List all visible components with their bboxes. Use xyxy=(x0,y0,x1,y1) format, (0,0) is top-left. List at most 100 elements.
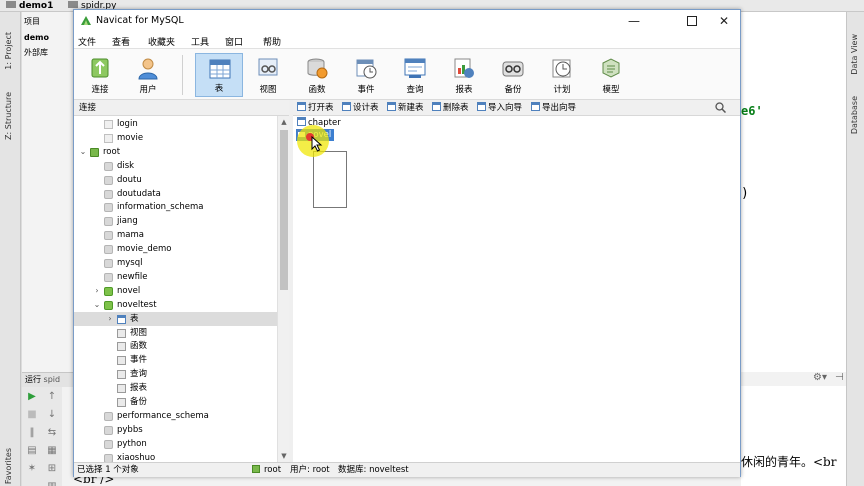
tree-item[interactable]: 报表 xyxy=(74,381,277,395)
open-table-button[interactable]: 打开表 xyxy=(297,102,334,114)
ide-editor[interactable]: e6' ) xyxy=(741,12,846,372)
menu-view[interactable]: 查看 xyxy=(112,35,130,48)
toolbar-view-button[interactable]: 视图 xyxy=(244,53,292,97)
project-item-demo[interactable]: demo xyxy=(24,33,49,42)
tree-item[interactable]: 视图 xyxy=(74,326,277,340)
menu-favorites[interactable]: 收藏夹 xyxy=(148,35,175,48)
database-icon xyxy=(104,175,113,185)
settings-icon[interactable]: ✶ xyxy=(26,463,38,475)
hide-icon[interactable]: ⊣ xyxy=(835,372,844,383)
main-toolbar: 连接 用户 表 视图 函数 事件 查询 报表 备份 计划 模型 xyxy=(74,48,740,100)
tree-item[interactable]: › 表 xyxy=(74,311,277,326)
tree-item[interactable]: 查询 xyxy=(74,367,277,381)
up-icon[interactable]: ↑ xyxy=(46,391,58,403)
title-bar[interactable]: Navicat for MySQL — ✕ xyxy=(74,10,740,32)
menu-tools[interactable]: 工具 xyxy=(191,35,209,48)
collapse-arrow-icon[interactable]: › xyxy=(93,284,101,298)
run-output: 休闲的青年。<br <br /> xyxy=(73,386,846,486)
scrollbar-thumb[interactable] xyxy=(280,130,288,290)
tree-item[interactable]: movie_demo xyxy=(74,242,277,256)
tree-item[interactable]: 函数 xyxy=(74,339,277,353)
tree-item-label: information_schema xyxy=(117,202,204,213)
down-icon[interactable]: ↓ xyxy=(46,409,58,421)
tree-item[interactable]: 备份 xyxy=(74,395,277,409)
tree-item[interactable]: doutu xyxy=(74,173,277,187)
mouse-pointer-icon xyxy=(311,136,323,152)
tree-item[interactable]: newfile xyxy=(74,270,277,284)
toolbar-schedule-button[interactable]: 计划 xyxy=(538,53,586,97)
tree-item[interactable]: mama xyxy=(74,228,277,242)
tree-item[interactable]: doutudata xyxy=(74,187,277,201)
open-database-icon xyxy=(104,286,113,296)
toolbar-function-button[interactable]: 函数 xyxy=(293,53,341,97)
close-button[interactable]: ✕ xyxy=(709,12,739,30)
design-table-button[interactable]: 设计表 xyxy=(342,102,379,114)
toolbar-query-button[interactable]: 查询 xyxy=(391,53,439,97)
navicat-window: Navicat for MySQL — ✕ 文件 查看 收藏夹 工具 窗口 帮助… xyxy=(73,9,741,477)
tree-item[interactable]: mysql xyxy=(74,256,277,270)
pin-icon[interactable]: ⊞ xyxy=(46,463,58,475)
maximize-button[interactable] xyxy=(677,12,707,30)
tree-item[interactable]: information_schema xyxy=(74,200,277,214)
print-icon[interactable]: ▦ xyxy=(46,445,58,457)
tree-scrollbar[interactable]: ▲ ▼ xyxy=(277,116,289,462)
export-wizard-icon xyxy=(531,102,540,111)
tree-item[interactable]: python xyxy=(74,437,277,451)
layout-icon[interactable]: ▤ xyxy=(26,445,38,457)
data-view-tool-tab[interactable]: Data View xyxy=(850,34,859,75)
delete-table-button[interactable]: 删除表 xyxy=(432,102,469,114)
ide-left-tool-strip: 1: Project Z: Structure Favorites xyxy=(0,12,21,486)
connection-file-icon xyxy=(104,120,113,129)
structure-tool-tab[interactable]: Z: Structure xyxy=(4,92,13,140)
tree-item[interactable]: performance_schema xyxy=(74,409,277,423)
search-icon[interactable] xyxy=(715,102,726,113)
rerun-icon[interactable]: ▶ xyxy=(26,391,38,403)
gear-icon[interactable]: ⚙▾ xyxy=(813,372,827,383)
database-tool-tab[interactable]: Database xyxy=(850,96,859,134)
code-fragment-paren: ) xyxy=(741,186,749,201)
pause-icon[interactable]: ‖ xyxy=(26,427,38,439)
tree-item[interactable]: disk xyxy=(74,159,277,173)
tree-item-label: mama xyxy=(117,230,144,241)
menu-file[interactable]: 文件 xyxy=(78,35,96,48)
collapse-arrow-icon[interactable]: › xyxy=(106,312,114,326)
tree-item[interactable]: pybbs xyxy=(74,423,277,437)
tree-item[interactable]: ⌄ noveltest xyxy=(74,298,277,312)
user-icon xyxy=(138,58,158,80)
toolbar-connection-button[interactable]: 连接 xyxy=(76,53,124,97)
stop-icon[interactable]: ■ xyxy=(26,409,38,421)
tree-item[interactable]: xiaoshuo xyxy=(74,451,277,462)
expand-arrow-icon[interactable]: ⌄ xyxy=(93,298,101,312)
tree-item[interactable]: › novel xyxy=(74,284,277,298)
design-table-icon xyxy=(342,102,351,111)
tree-item-label: 报表 xyxy=(130,383,148,394)
delete-table-icon xyxy=(432,102,441,111)
minimize-button[interactable]: — xyxy=(619,12,649,30)
toolbar-backup-button[interactable]: 备份 xyxy=(489,53,537,97)
import-wizard-button[interactable]: 导入向导 xyxy=(477,102,522,114)
wrap-icon[interactable]: ⇆ xyxy=(46,427,58,439)
toolbar-table-button[interactable]: 表 xyxy=(195,53,243,97)
menu-window[interactable]: 窗口 xyxy=(225,35,243,48)
toolbar-user-button[interactable]: 用户 xyxy=(124,53,172,97)
project-tool-tab[interactable]: 1: Project xyxy=(4,32,13,70)
ide-tab-demo1[interactable]: demo1 xyxy=(2,0,57,12)
new-table-button[interactable]: 新建表 xyxy=(387,102,424,114)
tree-item[interactable]: 事件 xyxy=(74,353,277,367)
favorites-tool-tab[interactable]: Favorites xyxy=(4,448,13,484)
expand-arrow-icon[interactable]: ⌄ xyxy=(79,145,87,159)
database-icon xyxy=(104,189,113,199)
tree-item[interactable]: login xyxy=(74,117,277,131)
toolbar-model-button[interactable]: 模型 xyxy=(587,53,635,97)
tree-item[interactable]: ⌄ root xyxy=(74,145,277,159)
object-pane: 打开表 设计表 新建表 删除表 导入向导 导出向导 chapter novel xyxy=(293,100,740,462)
project-item-external-libs[interactable]: 外部库 xyxy=(24,47,48,58)
export-wizard-button[interactable]: 导出向导 xyxy=(531,102,576,114)
server-icon xyxy=(252,465,260,473)
menu-help[interactable]: 帮助 xyxy=(263,35,281,48)
tree-item[interactable]: jiang xyxy=(74,214,277,228)
toolbar-report-button[interactable]: 报表 xyxy=(440,53,488,97)
trash-icon[interactable]: ▥ xyxy=(46,481,58,486)
toolbar-event-button[interactable]: 事件 xyxy=(342,53,390,97)
tree-item[interactable]: movie xyxy=(74,131,277,145)
